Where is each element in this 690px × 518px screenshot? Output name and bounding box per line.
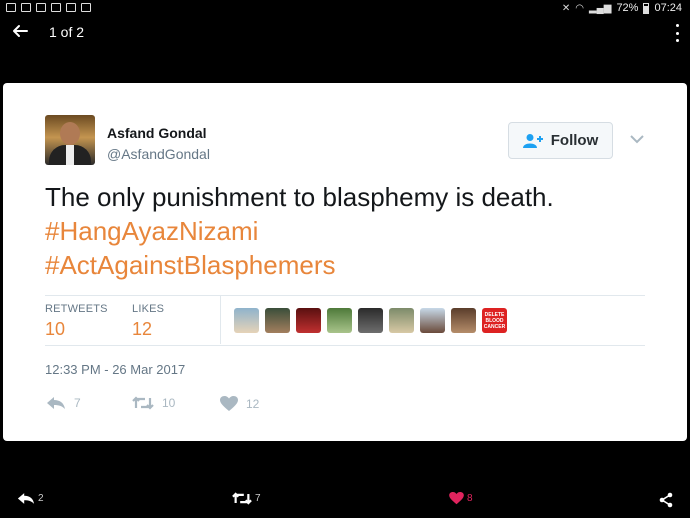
notification-icons xyxy=(6,3,91,12)
retweet-icon xyxy=(132,396,154,410)
wifi-icon: ◠ xyxy=(575,2,584,14)
heart-icon xyxy=(449,492,464,505)
reply-icon xyxy=(17,493,35,504)
likes-stat[interactable]: LIKES 12 xyxy=(132,303,164,340)
liker-avatars: DELETE BLOOD CANCER xyxy=(234,308,507,333)
bottom-reply-count: 2 xyxy=(38,493,44,504)
tweet-text-line: The only punishment to blasphemy is deat… xyxy=(45,182,554,212)
system-status: ✕ ◠ ▂▄▆ 72% 07:24 xyxy=(562,2,682,14)
divider xyxy=(45,345,645,346)
bottom-like-button[interactable]: 8 xyxy=(449,492,473,505)
liker-avatar[interactable] xyxy=(358,308,383,333)
liker-avatar[interactable] xyxy=(296,308,321,333)
status-bar: ✕ ◠ ▂▄▆ 72% 07:24 xyxy=(0,0,690,17)
battery-percent: 72% xyxy=(616,2,639,14)
retweets-count: 10 xyxy=(45,319,66,339)
pager-label: 1 of 2 xyxy=(49,24,85,40)
key-icon xyxy=(51,3,61,12)
liker-avatar[interactable] xyxy=(451,308,476,333)
tweet-timestamp[interactable]: 12:33 PM - 26 Mar 2017 xyxy=(45,362,185,377)
chevron-down-icon[interactable] xyxy=(630,131,644,144)
retweets-stat[interactable]: RETWEETS 10 xyxy=(45,303,108,340)
retweets-label: RETWEETS xyxy=(45,303,108,315)
youtube-icon xyxy=(66,3,76,12)
liker-avatar[interactable]: DELETE BLOOD CANCER xyxy=(482,308,507,333)
bottom-retweet-count: 7 xyxy=(255,493,261,504)
retweet-count: 10 xyxy=(162,396,176,410)
reply-icon xyxy=(47,397,65,409)
liker-avatar[interactable] xyxy=(389,308,414,333)
retweet-icon xyxy=(232,492,252,505)
gallery-icon xyxy=(21,3,31,12)
like-count: 12 xyxy=(246,397,260,411)
mute-icon: ✕ xyxy=(561,2,571,14)
share-icon[interactable] xyxy=(658,492,674,508)
arrow-back-icon[interactable] xyxy=(10,21,30,41)
liker-avatar[interactable] xyxy=(420,308,445,333)
author-avatar[interactable] xyxy=(45,115,95,165)
app-bar: 1 of 2 xyxy=(0,17,690,49)
liker-avatar[interactable] xyxy=(234,308,259,333)
liker-avatar[interactable] xyxy=(327,308,352,333)
likes-count: 12 xyxy=(132,319,153,339)
wrench-icon xyxy=(6,3,16,12)
follow-button[interactable]: Follow xyxy=(508,122,613,159)
tweet-card: Asfand Gondal @AsfandGondal Follow The o… xyxy=(3,83,687,441)
bottom-bar: 2 7 8 xyxy=(0,486,690,518)
retweet-action[interactable]: 10 xyxy=(132,396,175,410)
reply-count: 7 xyxy=(74,396,81,410)
bottom-retweet-button[interactable]: 7 xyxy=(232,492,261,505)
clock: 07:24 xyxy=(654,2,682,14)
hashtag-link[interactable]: #HangAyazNizami xyxy=(45,214,665,248)
message-icon xyxy=(36,3,46,12)
follow-label: Follow xyxy=(550,132,599,149)
divider xyxy=(45,295,645,296)
liker-avatar[interactable] xyxy=(265,308,290,333)
battery-icon xyxy=(643,2,650,14)
more-vert-icon[interactable] xyxy=(674,24,680,42)
reply-action[interactable]: 7 xyxy=(46,396,81,410)
tweet-text: The only punishment to blasphemy is deat… xyxy=(45,180,665,282)
signal-icon: ▂▄▆ xyxy=(588,2,612,14)
like-action[interactable]: 12 xyxy=(220,396,259,412)
follow-user-icon xyxy=(522,133,543,148)
stat-divider xyxy=(220,296,221,344)
author-name[interactable]: Asfand Gondal xyxy=(107,125,207,141)
bottom-reply-button[interactable]: 2 xyxy=(17,492,44,505)
bottom-like-count: 8 xyxy=(467,493,473,504)
author-handle[interactable]: @AsfandGondal xyxy=(107,146,210,162)
hashtag-link[interactable]: #ActAgainstBlasphemers xyxy=(45,248,665,282)
likes-label: LIKES xyxy=(132,303,165,315)
heart-icon xyxy=(220,396,238,411)
image-icon xyxy=(81,3,91,12)
